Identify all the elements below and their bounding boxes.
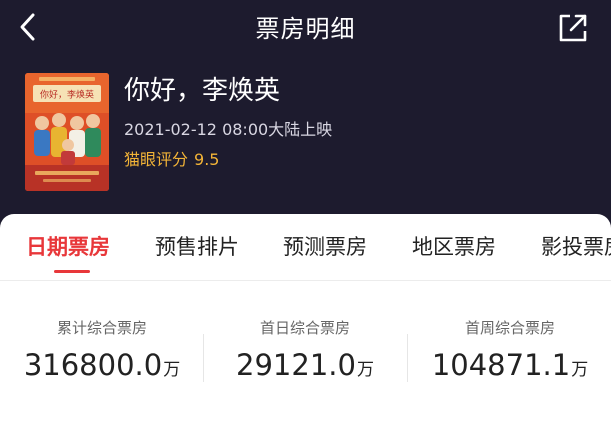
movie-poster[interactable]: 你好，李焕英 [25,73,109,191]
stat-label: 首周综合票房 [464,319,555,337]
box-office-panel: 日期票房 预售排片 预测票房 地区票房 影投票房 累计综合票房 316800.0… [0,214,611,422]
movie-title: 你好，李焕英 [124,76,281,106]
stat-unit: 万 [163,360,181,380]
stat-unit: 万 [356,360,374,380]
tab-forecast-box-office[interactable]: 预测票房 [283,233,367,261]
movie-poster-art: 你好，李焕英 [25,73,109,191]
stat-total-box-office: 累计综合票房 316800.0万 [14,318,190,388]
share-button[interactable] [557,12,589,44]
stat-first-day-box-office: 首日综合票房 29121.0万 [217,318,393,388]
stat-label: 首日综合票房 [259,319,350,337]
poster-title-text: 你好，李焕英 [40,89,94,101]
movie-header: 你好，李焕英 你好，李焕英 2021-02-12 08:00大陆上映 猫眼评分 9… [0,64,611,214]
stat-first-week-box-office: 首周综合票房 104871.1万 [421,318,599,388]
share-icon [559,14,587,42]
active-tab-indicator [54,270,90,273]
stat-value: 316800.0万 [14,347,190,388]
tab-presale-schedule[interactable]: 预售排片 [155,233,239,261]
stat-unit: 万 [571,360,589,380]
top-navigation-bar: 票房明细 [0,0,611,64]
stat-value: 29121.0万 [217,347,393,388]
stat-number: 316800.0 [23,348,163,382]
page-title: 票房明细 [255,15,356,43]
tab-regional-box-office[interactable]: 地区票房 [412,233,496,261]
release-info: 2021-02-12 08:00大陆上映 [124,120,333,139]
tab-daily-box-office[interactable]: 日期票房 [26,233,110,261]
stat-divider [407,334,408,382]
stat-value: 104871.1万 [421,347,599,388]
tab-cinema-investor-box-office[interactable]: 影投票房 [541,233,611,261]
stat-number: 104871.1 [431,348,571,382]
stat-label: 累计综合票房 [56,319,147,337]
rating-label: 猫眼评分 [124,150,189,169]
rating-score: 9.5 [194,150,220,169]
stat-number: 29121.0 [236,348,356,382]
rating: 猫眼评分 9.5 [124,149,219,171]
tab-bar: 日期票房 预售排片 预测票房 地区票房 影投票房 [0,214,611,281]
stat-divider [203,334,204,382]
